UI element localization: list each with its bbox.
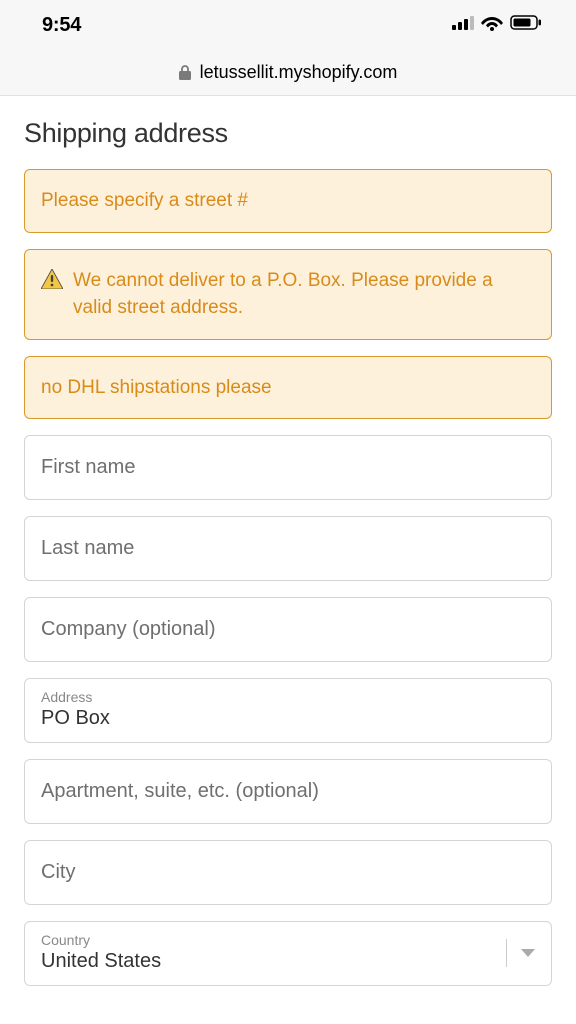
- apartment-field[interactable]: Apartment, suite, etc. (optional): [24, 759, 552, 824]
- status-time: 9:54: [42, 14, 81, 37]
- input-label: Address: [41, 689, 535, 705]
- page-content: Shipping address Please specify a street…: [0, 96, 576, 986]
- input-placeholder: Last name: [41, 537, 535, 560]
- company-field[interactable]: Company (optional): [24, 597, 552, 662]
- input-placeholder: Company (optional): [41, 618, 535, 641]
- city-field[interactable]: City: [24, 840, 552, 905]
- alert-street-number: Please specify a street #: [24, 169, 552, 233]
- input-placeholder: Apartment, suite, etc. (optional): [41, 780, 535, 803]
- divider: [506, 939, 507, 967]
- input-placeholder: City: [41, 861, 535, 884]
- input-value: PO Box: [41, 707, 535, 730]
- input-value: United States: [41, 950, 506, 973]
- alert-po-box: We cannot deliver to a P.O. Box. Please …: [24, 249, 552, 340]
- browser-url-bar[interactable]: letussellit.myshopify.com: [0, 50, 576, 96]
- browser-url: letussellit.myshopify.com: [200, 62, 398, 83]
- input-label: Country: [41, 932, 506, 948]
- last-name-field[interactable]: Last name: [24, 516, 552, 581]
- wifi-icon: [481, 15, 503, 36]
- alert-text: We cannot deliver to a P.O. Box. Please …: [73, 267, 535, 322]
- warning-icon: [41, 269, 63, 298]
- country-select[interactable]: Country United States: [24, 921, 552, 986]
- first-name-field[interactable]: First name: [24, 435, 552, 500]
- chevron-down-icon: [521, 949, 535, 957]
- status-icons: [452, 15, 542, 36]
- alert-text: no DHL shipstations please: [41, 377, 272, 398]
- battery-icon: [510, 15, 542, 35]
- address-field[interactable]: Address PO Box: [24, 678, 552, 743]
- input-placeholder: First name: [41, 456, 535, 479]
- cellular-icon: [452, 16, 474, 35]
- status-bar: 9:54: [0, 0, 576, 50]
- lock-icon: [179, 65, 191, 80]
- shipping-form: First name Last name Company (optional) …: [24, 435, 552, 986]
- alert-text: Please specify a street #: [41, 190, 248, 211]
- alert-dhl: no DHL shipstations please: [24, 356, 552, 420]
- page-title: Shipping address: [24, 118, 552, 149]
